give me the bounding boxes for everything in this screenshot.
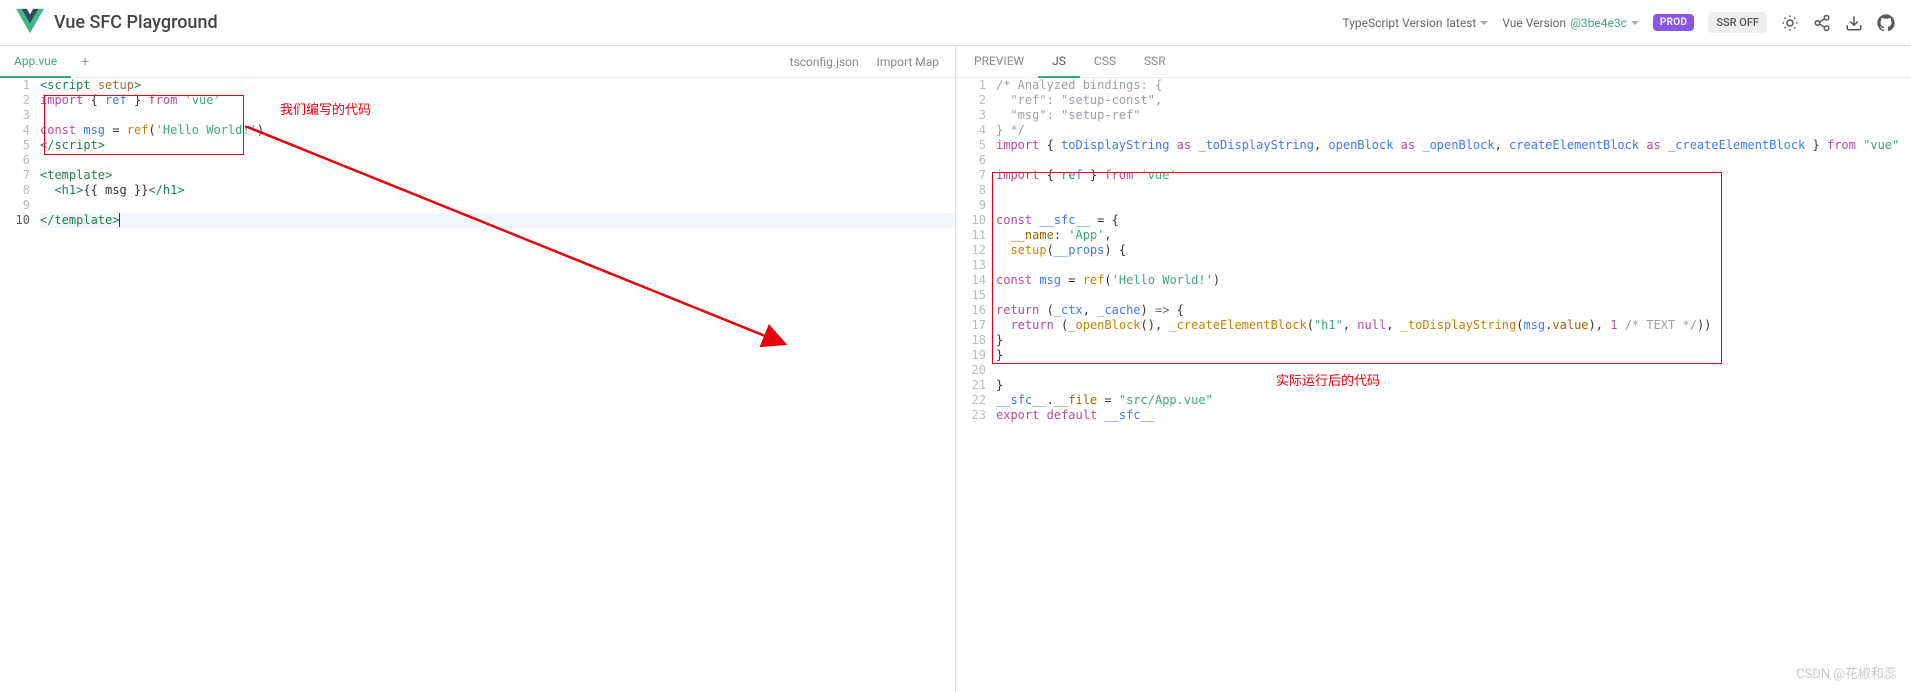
output-pane: PREVIEW JS CSS SSR 实际运行后的代码 1/* Analyzed… xyxy=(956,46,1911,692)
vue-version-value: @3be4e3c xyxy=(1570,16,1627,30)
prod-badge[interactable]: PROD xyxy=(1653,14,1694,31)
theme-icon[interactable] xyxy=(1781,14,1799,32)
ts-version-label: TypeScript Version xyxy=(1343,16,1443,30)
compiled-editor[interactable]: 实际运行后的代码 1/* Analyzed bindings: {2 "ref"… xyxy=(956,78,1911,692)
tab-tsconfig[interactable]: tsconfig.json xyxy=(790,55,859,69)
app-title: Vue SFC Playground xyxy=(54,12,218,33)
tab-import-map[interactable]: Import Map xyxy=(877,55,939,69)
share-icon[interactable] xyxy=(1813,14,1831,32)
vue-logo-icon xyxy=(16,7,44,39)
tab-preview[interactable]: PREVIEW xyxy=(960,46,1038,78)
ts-version-selector[interactable]: TypeScript Version latest xyxy=(1343,16,1489,30)
source-tabs: App.vue + tsconfig.json Import Map xyxy=(0,46,955,78)
header-right: TypeScript Version latest Vue Version @3… xyxy=(1343,12,1895,33)
vue-version-selector[interactable]: Vue Version @3be4e3c xyxy=(1502,16,1639,30)
ts-version-value: latest xyxy=(1446,16,1476,30)
add-tab-button[interactable]: + xyxy=(71,54,99,70)
tab-js[interactable]: JS xyxy=(1038,46,1080,78)
source-pane: App.vue + tsconfig.json Import Map 我们编写的… xyxy=(0,46,956,692)
tab-app-vue[interactable]: App.vue xyxy=(0,46,71,78)
chevron-down-icon xyxy=(1631,21,1639,29)
vue-version-label: Vue Version xyxy=(1502,16,1566,30)
main: App.vue + tsconfig.json Import Map 我们编写的… xyxy=(0,46,1911,692)
header: Vue SFC Playground TypeScript Version la… xyxy=(0,0,1911,46)
source-editor[interactable]: 我们编写的代码 1<script setup>2import { ref } f… xyxy=(0,78,955,692)
download-icon[interactable] xyxy=(1845,14,1863,32)
header-left: Vue SFC Playground xyxy=(16,7,218,39)
tab-css[interactable]: CSS xyxy=(1080,46,1130,78)
output-tabs: PREVIEW JS CSS SSR xyxy=(956,46,1911,78)
ssr-toggle[interactable]: SSR OFF xyxy=(1708,12,1767,33)
github-icon[interactable] xyxy=(1877,14,1895,32)
annotation-text-left: 我们编写的代码 xyxy=(280,103,371,118)
tab-ssr[interactable]: SSR xyxy=(1130,46,1180,78)
annotation-text-right: 实际运行后的代码 xyxy=(1276,374,1380,389)
chevron-down-icon xyxy=(1480,21,1488,29)
